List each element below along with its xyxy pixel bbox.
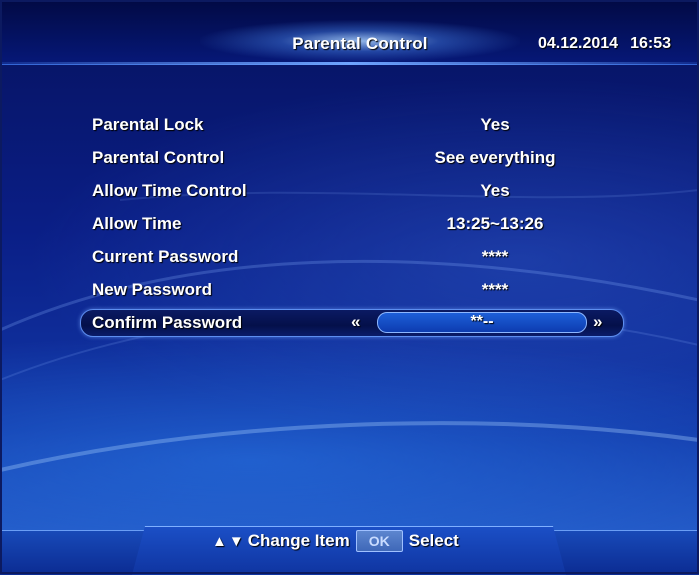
menu-item-value: 13:25~13:26 bbox=[446, 214, 544, 233]
menu-item-label: Confirm Password bbox=[92, 313, 243, 332]
menu-item-value: Yes bbox=[480, 181, 510, 200]
menu-item-allow-time[interactable]: Allow Time 13:25~13:26 bbox=[80, 209, 624, 242]
menu-item-value: See everything bbox=[434, 148, 556, 167]
menu-item-value: **** bbox=[481, 280, 509, 299]
menu-item-label: Parental Lock bbox=[92, 115, 204, 134]
up-arrow-icon: ▲ bbox=[212, 532, 227, 550]
select-hint: Select bbox=[408, 531, 459, 550]
menu-item-allow-time-control[interactable]: Allow Time Control Yes bbox=[80, 176, 624, 209]
menu-item-label: Allow Time bbox=[92, 214, 182, 233]
page-title: Parental Control bbox=[292, 34, 428, 53]
chevron-right-icon[interactable]: » bbox=[593, 312, 602, 332]
footer-wing-right bbox=[549, 530, 699, 575]
time-text: 16:53 bbox=[630, 35, 671, 52]
confirm-password-input[interactable]: **-- bbox=[377, 312, 587, 333]
parental-control-menu: Parental Lock Yes Parental Control See e… bbox=[80, 110, 624, 337]
menu-item-confirm-password[interactable]: Confirm Password « **-- » bbox=[80, 309, 624, 337]
menu-item-value: Yes bbox=[480, 115, 510, 134]
chevron-left-icon[interactable]: « bbox=[351, 312, 360, 332]
change-item-hint: Change Item bbox=[247, 531, 350, 550]
menu-item-parental-lock[interactable]: Parental Lock Yes bbox=[80, 110, 624, 143]
date-text: 04.12.2014 bbox=[538, 35, 619, 52]
menu-item-new-password[interactable]: New Password **** bbox=[80, 275, 624, 308]
password-value: **-- bbox=[470, 313, 494, 330]
menu-item-label: Current Password bbox=[92, 247, 239, 266]
footer-wing-left bbox=[0, 530, 150, 575]
menu-item-label: Allow Time Control bbox=[92, 181, 247, 200]
footer-bar: ▲ ▼ Change Item OK Select bbox=[0, 526, 699, 575]
header-divider bbox=[0, 62, 699, 65]
menu-item-value: **** bbox=[481, 247, 509, 266]
menu-item-label: Parental Control bbox=[92, 148, 225, 167]
menu-item-label: New Password bbox=[92, 280, 212, 299]
menu-item-parental-control[interactable]: Parental Control See everything bbox=[80, 143, 624, 176]
menu-item-current-password[interactable]: Current Password **** bbox=[80, 242, 624, 275]
ok-key-icon: OK bbox=[355, 530, 403, 552]
key-hints: ▲ ▼ Change Item OK Select bbox=[212, 530, 459, 552]
header-bar: Parental Control 04.12.2014 16:53 bbox=[0, 0, 699, 65]
down-arrow-icon: ▼ bbox=[228, 532, 244, 550]
date-time: 04.12.2014 16:53 bbox=[538, 35, 671, 53]
